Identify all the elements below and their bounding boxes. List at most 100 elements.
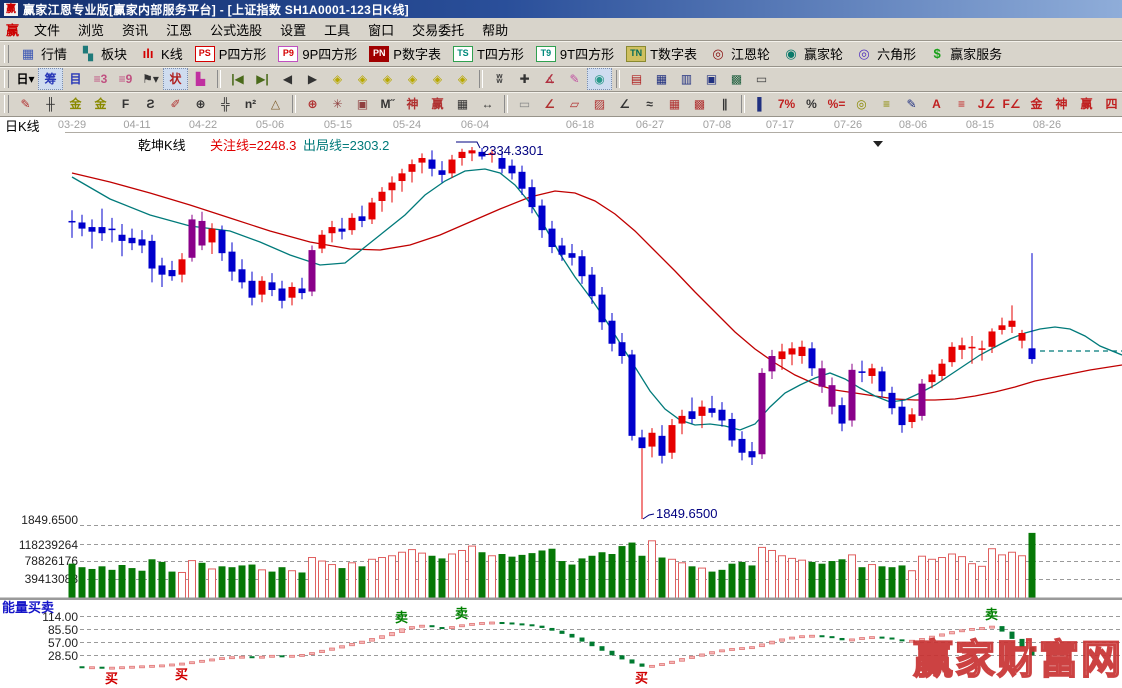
n-square-icon[interactable]: n²	[238, 93, 263, 115]
toolbar-button-winner-service[interactable]: $赢家服务	[922, 43, 1008, 64]
toolbar-button-p-number-table[interactable]: PNP数字表	[363, 43, 447, 64]
overlay-small-9-icon[interactable]: ≡9	[113, 68, 138, 90]
angle-lines-icon[interactable]: ∠	[612, 93, 637, 115]
wave-icon[interactable]: ≈	[637, 93, 662, 115]
hatch-box-icon[interactable]: ▨	[587, 93, 612, 115]
gann-web-icon[interactable]: ✳	[325, 93, 350, 115]
win-angle-icon[interactable]: 赢	[1074, 93, 1099, 115]
toolbar-button-9p-square[interactable]: P99P四方形	[272, 43, 363, 64]
pane-divider[interactable]	[0, 598, 1122, 601]
box-icon[interactable]: ▭	[512, 93, 537, 115]
pen-k-icon[interactable]: ✎	[899, 93, 924, 115]
menu-item-file[interactable]: 文件	[25, 19, 69, 40]
spiral-box-icon[interactable]: ▣	[350, 93, 375, 115]
four-angle-icon[interactable]: 四	[1099, 93, 1122, 115]
toolbar-button-winner-wheel[interactable]: ◉赢家轮	[776, 43, 849, 64]
fan-box-icon[interactable]: ▱	[562, 93, 587, 115]
chart-svg[interactable]: 03-2904-1104-2205-0605-1505-2406-0406-18…	[0, 117, 1122, 687]
shen-angle-icon[interactable]: 神	[1049, 93, 1074, 115]
chip-panel-icon[interactable]: 筹	[38, 68, 63, 90]
toolbar-button-t-number-table[interactable]: TNT数字表	[620, 43, 703, 64]
watermark: 赢家财富网	[913, 638, 1122, 682]
gold-lines-icon[interactable]: ≡	[874, 93, 899, 115]
menu-item-formula-stock-pick[interactable]: 公式选股	[201, 19, 271, 40]
nav-prev-icon[interactable]: ◀	[275, 68, 300, 90]
angle-measure-icon[interactable]: ∡	[537, 68, 562, 90]
gold-angle-icon[interactable]: 金	[1024, 93, 1049, 115]
a-lines-icon[interactable]: A	[924, 93, 949, 115]
h-range-icon[interactable]: ↔	[475, 93, 500, 115]
bar-chart-icon[interactable]: ▌	[749, 93, 774, 115]
red-grid2-icon[interactable]: ▩	[687, 93, 712, 115]
pen-knife-icon[interactable]: ✎	[13, 93, 38, 115]
f-angle-icon[interactable]: F∠	[999, 93, 1024, 115]
diamond-hsplit-icon[interactable]: ◈	[375, 68, 400, 90]
grid-dense-icon[interactable]: ╬	[213, 93, 238, 115]
print-icon[interactable]: ▭	[749, 68, 774, 90]
nav-next-icon[interactable]: ▶	[300, 68, 325, 90]
pen-grid-icon[interactable]: ✐	[163, 93, 188, 115]
percent-icon[interactable]: %	[799, 93, 824, 115]
grid-gold2-icon[interactable]: 金	[88, 93, 113, 115]
chart-area[interactable]: 03-2904-1104-2205-0605-1505-2406-0406-18…	[0, 117, 1122, 687]
win-grid-icon[interactable]: 赢	[425, 93, 450, 115]
data-export-icon[interactable]: ▩	[724, 68, 749, 90]
sell-signal: 卖	[985, 607, 998, 622]
crosshair-icon[interactable]: ✚	[512, 68, 537, 90]
toolbar-button-quote[interactable]: ▦行情	[13, 43, 73, 64]
fan-icon[interactable]: ∠	[537, 93, 562, 115]
period-day-dropdown-icon[interactable]: 日▾	[13, 68, 38, 90]
seven-percent-icon[interactable]: 7%	[774, 93, 799, 115]
calculator-icon[interactable]: ▦	[649, 68, 674, 90]
toolbar-button-p-square[interactable]: PSP四方形	[189, 43, 273, 64]
menu-item-settings[interactable]: 设置	[271, 19, 315, 40]
circle-grid-icon[interactable]: ⊕	[188, 93, 213, 115]
shen-grid-icon[interactable]: 神	[400, 93, 425, 115]
menu-item-browse[interactable]: 浏览	[69, 19, 113, 40]
gann-circle-icon[interactable]: ⊕	[300, 93, 325, 115]
red-grid-icon[interactable]: ▦	[662, 93, 687, 115]
m-mark-icon[interactable]: M˝	[375, 93, 400, 115]
menu-item-tools[interactable]: 工具	[315, 19, 359, 40]
diamond-right-icon[interactable]: ◈	[350, 68, 375, 90]
ruler-grid-icon[interactable]: ▦	[450, 93, 475, 115]
hand-icon[interactable]: ʬ	[487, 68, 512, 90]
diamond-cross-icon[interactable]: ◈	[450, 68, 475, 90]
menu-item-gann[interactable]: 江恩	[157, 19, 201, 40]
save-icon[interactable]: ▣	[699, 68, 724, 90]
percent-line-icon[interactable]: %=	[824, 93, 849, 115]
info-panel-icon[interactable]: 目	[63, 68, 88, 90]
color-map-icon[interactable]: ▙	[188, 68, 213, 90]
grid-gold-icon[interactable]: 金	[63, 93, 88, 115]
draw-icon[interactable]: ✎	[562, 68, 587, 90]
brain-map-icon[interactable]: ◉	[587, 68, 612, 90]
overlay-small-3-icon[interactable]: ≡3	[88, 68, 113, 90]
toolbar-button-gann-wheel[interactable]: ◎江恩轮	[703, 43, 776, 64]
gold-lines-red-icon[interactable]: ≡	[949, 93, 974, 115]
grid-f-icon[interactable]: F	[113, 93, 138, 115]
diamond-left-icon[interactable]: ◈	[325, 68, 350, 90]
j-angle-icon[interactable]: J∠	[974, 93, 999, 115]
grid-icon[interactable]: ╫	[38, 93, 63, 115]
toolbar-button-9t-square[interactable]: T99T四方形	[530, 43, 620, 64]
toolbar-button-kline[interactable]: ılıK线	[133, 43, 189, 64]
flag-dropdown-icon[interactable]: ⚑▾	[138, 68, 163, 90]
nav-last-icon[interactable]: ▶|	[250, 68, 275, 90]
menu-item-trade-entrust[interactable]: 交易委托	[403, 19, 473, 40]
grid-s-icon[interactable]: Ƨ	[138, 93, 163, 115]
indicator-panel-icon[interactable]: 状	[163, 68, 188, 90]
protractor-icon[interactable]: △	[263, 93, 288, 115]
notepad-icon[interactable]: ▥	[674, 68, 699, 90]
toolbar-button-hexagon[interactable]: ◎六角形	[849, 43, 922, 64]
gold-circle-icon[interactable]: ◎	[849, 93, 874, 115]
diamond-vsplit-icon[interactable]: ◈	[400, 68, 425, 90]
parallel-lines-icon[interactable]: ∥	[712, 93, 737, 115]
nav-first-icon[interactable]: |◀	[225, 68, 250, 90]
toolbar-button-sector[interactable]: ▚板块	[73, 43, 133, 64]
calendar-icon[interactable]: ▤	[624, 68, 649, 90]
diamond-center-icon[interactable]: ◈	[425, 68, 450, 90]
toolbar-button-t-square[interactable]: TST四方形	[447, 43, 530, 64]
menu-item-help[interactable]: 帮助	[473, 19, 517, 40]
menu-item-news[interactable]: 资讯	[113, 19, 157, 40]
menu-item-window[interactable]: 窗口	[359, 19, 403, 40]
